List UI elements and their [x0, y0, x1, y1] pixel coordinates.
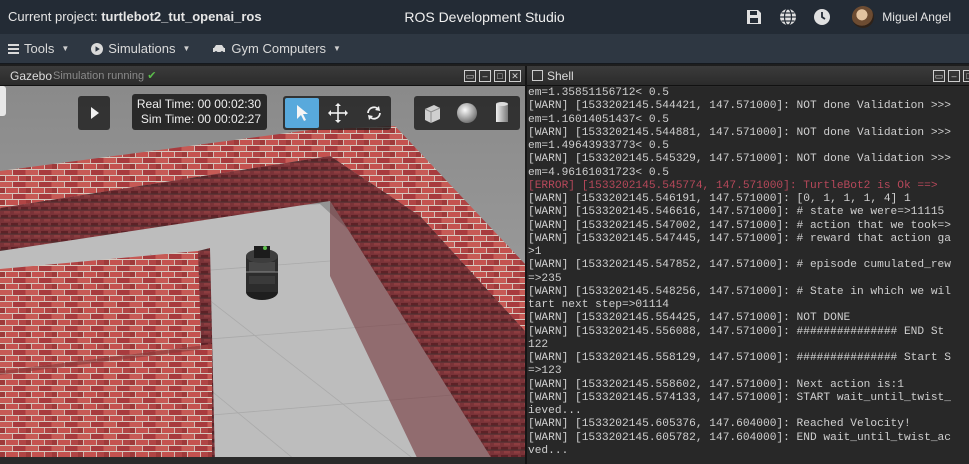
terminal-line: [WARN] [1533202145.545329, 147.571000]: … — [528, 153, 951, 166]
shapes-toolbar — [414, 96, 520, 130]
project-name: turtlebot2_tut_openai_ros — [101, 9, 262, 24]
terminal-line: [WARN] [1533202145.547445, 147.571000]: … — [528, 232, 951, 245]
terminal-line: em=1.16014051437< 0.5 — [528, 113, 669, 126]
terminal-line: em=1.49643933773< 0.5 — [528, 140, 669, 152]
globe-icon[interactable] — [778, 7, 798, 27]
turtlebot-model — [246, 246, 278, 300]
terminal-line: >1 — [528, 246, 542, 258]
close-icon[interactable]: ✕ — [509, 70, 521, 82]
terminal-line: ieved... — [528, 405, 582, 417]
window-buttons: ▭ – □ ✕ — [464, 70, 521, 82]
shell-title: Shell — [547, 69, 574, 83]
terminal-line: [WARN] [1533202145.547002, 147.571000]: … — [528, 219, 951, 232]
gym-computers-label: Gym Computers — [231, 41, 327, 56]
chevron-down-icon: ▼ — [182, 44, 191, 53]
simulation-viewport[interactable]: Real Time: 00 00:02:30 Sim Time: 00 00:0… — [0, 86, 525, 464]
simulation-status-text: Simulation running — [53, 70, 145, 82]
save-icon[interactable] — [744, 7, 764, 27]
rotate-icon — [367, 106, 381, 120]
terminal-line: [WARN] [1533202145.548256, 147.571000]: … — [528, 285, 951, 298]
terminal-line: [ERROR] [1533202145.545774, 147.571000]:… — [528, 179, 938, 192]
chevron-down-icon: ▼ — [333, 44, 341, 53]
cylinder-icon — [496, 102, 508, 122]
terminal-line: [WARN] [1533202145.547852, 147.571000]: … — [528, 259, 951, 272]
translate-mode-button[interactable] — [321, 98, 355, 128]
sphere-shape-button[interactable] — [451, 98, 483, 128]
current-project: Current project: turtlebot2_tut_openai_r… — [8, 9, 262, 24]
sim-time-value: 00 00:02:27 — [197, 112, 261, 126]
check-icon: ✔ — [147, 70, 157, 82]
minimize-icon[interactable]: – — [948, 70, 960, 82]
user-avatar[interactable] — [852, 6, 875, 28]
move-arrows-icon — [328, 103, 348, 123]
maximize-icon[interactable]: □ — [494, 70, 506, 82]
car-icon — [212, 44, 226, 54]
shell-panel: Shell ▭ – □ em=1.35851156712< 0.5[WARN] … — [527, 66, 969, 464]
terminal-icon — [532, 70, 543, 81]
menu-bar: Tools ▼ Simulations ▼ Gym Computers ▼ — [0, 34, 969, 64]
terminal-line: em=1.35851156712< 0.5 — [528, 87, 669, 99]
sim-time-label: Sim Time: — [140, 112, 195, 126]
terminal-output[interactable]: em=1.35851156712< 0.5 [WARN] [1533202145.… — [527, 87, 969, 464]
restore-icon[interactable]: ▭ — [464, 70, 476, 82]
tools-menu[interactable]: Tools ▼ — [8, 41, 69, 56]
terminal-line: tart next step=>01114 — [528, 299, 669, 311]
maximize-icon[interactable]: □ — [963, 70, 969, 82]
sim-time-row: Sim Time: 00 00:02:27 — [132, 112, 261, 127]
simulations-menu[interactable]: Simulations ▼ — [91, 41, 190, 56]
select-mode-button[interactable] — [285, 98, 319, 128]
cursor-arrow-icon — [297, 105, 308, 121]
hamburger-icon — [8, 43, 19, 54]
real-time-label: Real Time: — [136, 97, 195, 111]
terminal-line: [WARN] [1533202145.544881, 147.571000]: … — [528, 126, 951, 139]
simulations-label: Simulations — [108, 41, 176, 56]
terminal-line: =>235 — [528, 272, 562, 285]
box-shape-button[interactable] — [416, 98, 448, 128]
shell-title-bar[interactable]: Shell ▭ – □ — [527, 66, 969, 86]
cylinder-shape-button[interactable] — [486, 98, 518, 128]
terminal-line: [WARN] [1533202145.574133, 147.571000]: … — [528, 391, 951, 404]
chevron-down-icon: ▼ — [61, 44, 70, 53]
window-buttons: ▭ – □ — [933, 70, 969, 82]
time-display: Real Time: 00 00:02:30 Sim Time: 00 00:0… — [132, 94, 267, 130]
terminal-line: [WARN] [1533202145.544421, 147.571000]: … — [528, 100, 951, 113]
project-prefix: Current project: — [8, 9, 98, 24]
play-icon — [91, 107, 99, 119]
box-icon — [424, 105, 441, 123]
gazebo-scene — [0, 86, 525, 464]
rotate-mode-button[interactable] — [357, 98, 391, 128]
side-panel-handle[interactable] — [0, 86, 6, 116]
gazebo-title: Gazebo — [10, 69, 53, 83]
play-button[interactable] — [78, 96, 110, 130]
terminal-line: 122 — [528, 338, 549, 351]
gazebo-panel: Gazebo Simulation running ✔ ▭ – □ ✕ Real… — [0, 66, 525, 464]
terminal-line: [WARN] [1533202145.605376, 147.604000]: … — [528, 418, 911, 431]
terminal-line: [WARN] [1533202145.558602, 147.571000]: … — [528, 378, 904, 391]
terminal-line: [WARN] [1533202145.556088, 147.571000]: … — [528, 325, 945, 338]
simulation-status: Simulation running ✔ — [53, 69, 156, 82]
restore-icon[interactable]: ▭ — [933, 70, 945, 82]
real-time-value: 00 00:02:30 — [197, 97, 261, 111]
username[interactable]: Miguel Angel — [882, 10, 951, 24]
terminal-line: [WARN] [1533202145.546616, 147.571000]: … — [528, 206, 945, 219]
gym-computers-menu[interactable]: Gym Computers ▼ — [212, 41, 341, 56]
terminal-line: [WARN] [1533202145.546191, 147.571000]: … — [528, 193, 911, 205]
terminal-line: [WARN] [1533202145.558129, 147.571000]: … — [528, 352, 951, 364]
minimize-icon[interactable]: – — [479, 70, 491, 82]
terminal-line: [WARN] [1533202145.605782, 147.604000]: … — [528, 431, 951, 444]
top-icons: Miguel Angel — [744, 6, 951, 28]
terminal-line: ved... — [528, 444, 569, 457]
top-bar: Current project: turtlebot2_tut_openai_r… — [0, 0, 969, 34]
play-circle-icon — [91, 42, 104, 55]
transform-toolbar — [283, 96, 391, 130]
real-time-row: Real Time: 00 00:02:30 — [132, 97, 261, 112]
tools-label: Tools — [24, 41, 55, 56]
terminal-line: [WARN] [1533202145.554425, 147.571000]: … — [528, 312, 851, 325]
terminal-line: em=4.96161031723< 0.5 — [528, 166, 669, 179]
sphere-icon — [457, 103, 477, 123]
clock-icon[interactable] — [812, 7, 832, 27]
terminal-line: =>123 — [528, 365, 562, 378]
gazebo-title-bar[interactable]: Gazebo Simulation running ✔ ▭ – □ ✕ — [0, 66, 525, 86]
